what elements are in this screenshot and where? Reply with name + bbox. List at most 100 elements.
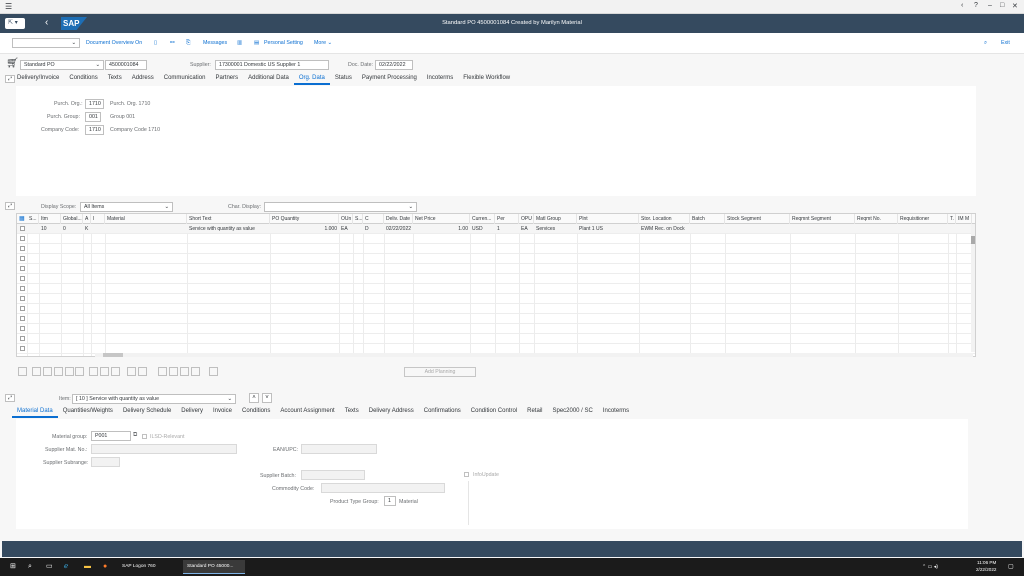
delete-row-icon[interactable]: [75, 367, 84, 376]
column-header-opu[interactable]: OPU: [519, 214, 534, 224]
messages-button[interactable]: Messages: [203, 40, 227, 46]
column-header-reqmnt-segment[interactable]: Reqmnt Segment: [790, 214, 855, 224]
task-view-icon[interactable]: ▭: [46, 560, 53, 574]
lock-icon[interactable]: [100, 367, 109, 376]
supplier-batch-field[interactable]: [301, 470, 365, 480]
menu-icon[interactable]: ☰: [5, 2, 12, 11]
back-nav-icon[interactable]: ‹: [961, 2, 963, 9]
exit-button[interactable]: Exit: [1001, 40, 1010, 46]
help-doc-icon[interactable]: ▥: [237, 40, 242, 46]
deselect-icon[interactable]: [43, 367, 52, 376]
items-collapse-icon[interactable]: ⤢: [5, 202, 15, 210]
sort-desc-icon[interactable]: [169, 367, 178, 376]
header-tab-flexible-workflow[interactable]: Flexible Workflow: [458, 75, 515, 85]
header-tab-incoterms[interactable]: Incoterms: [422, 75, 458, 85]
header-tab-communication[interactable]: Communication: [159, 75, 211, 85]
details-icon[interactable]: [18, 367, 27, 376]
firefox-icon[interactable]: ●: [103, 560, 107, 574]
column-header-reqmt-no[interactable]: Reqmt No.: [855, 214, 898, 224]
undo-icon[interactable]: [127, 367, 136, 376]
value-help-icon[interactable]: ⧉: [133, 432, 137, 439]
header-tab-status[interactable]: Status: [330, 75, 357, 85]
column-header-a[interactable]: A: [83, 214, 91, 224]
item-tab-material-data[interactable]: Material Data: [12, 408, 58, 418]
column-header-curren[interactable]: Curren...: [470, 214, 495, 224]
item-tab-invoice[interactable]: Invoice: [208, 408, 237, 418]
unlock-icon[interactable]: [111, 367, 120, 376]
header-tab-additional-data[interactable]: Additional Data: [243, 75, 294, 85]
display-scope-select[interactable]: All Items ⌄: [80, 202, 173, 212]
table-row[interactable]: [17, 234, 975, 244]
ilsd-checkbox[interactable]: [142, 434, 147, 439]
more-button[interactable]: More ⌄: [314, 40, 332, 46]
header-tab-texts[interactable]: Texts: [103, 75, 127, 85]
column-header-t[interactable]: T.: [948, 214, 956, 224]
cell-opu[interactable]: EA: [519, 224, 534, 234]
row-select-checkbox[interactable]: [20, 306, 25, 311]
item-select[interactable]: [ 10 ] Service with quantity as value ⌄: [72, 394, 236, 404]
header-tab-conditions[interactable]: Conditions: [64, 75, 102, 85]
table-row[interactable]: [17, 314, 975, 324]
sum-icon[interactable]: [191, 367, 200, 376]
row-select-checkbox[interactable]: [20, 346, 25, 351]
cell-plnt[interactable]: Plant 1 US: [577, 224, 639, 234]
table-row[interactable]: 10 0 K Service with quantity as value 1.000 E…: [17, 224, 975, 234]
edge-icon[interactable]: ℯ: [64, 560, 68, 574]
notification-icon[interactable]: ▢: [1008, 560, 1014, 574]
help-icon[interactable]: ?: [974, 2, 978, 9]
table-row[interactable]: [17, 284, 975, 294]
table-settings-icon[interactable]: ▦: [19, 215, 25, 222]
column-header-s[interactable]: S...: [27, 214, 39, 224]
purch-group-field[interactable]: 001: [85, 112, 101, 122]
table-row[interactable]: [17, 244, 975, 254]
cell-po-qty[interactable]: 1.000: [270, 224, 339, 234]
item-tab-delivery-schedule[interactable]: Delivery Schedule: [118, 408, 176, 418]
po-number-field[interactable]: 4500001084: [105, 60, 147, 70]
row-select-checkbox[interactable]: [20, 296, 25, 301]
table-row[interactable]: [17, 304, 975, 314]
search-icon[interactable]: ⌕: [984, 40, 987, 47]
column-header-short-text[interactable]: Short Text: [187, 214, 270, 224]
item-tab-condition-control[interactable]: Condition Control: [466, 408, 522, 418]
column-header-batch[interactable]: Batch: [690, 214, 725, 224]
header-tab-org-data[interactable]: Org. Data: [293, 75, 330, 85]
row-select-checkbox[interactable]: [20, 326, 25, 331]
system-tray-icons[interactable]: ⌃ ▭ ◂): [922, 560, 938, 574]
row-select-checkbox[interactable]: [20, 236, 25, 241]
taskbar-standard-po[interactable]: Standard PO 45000...: [183, 560, 245, 574]
column-header-requisitioner[interactable]: Requisitioner: [898, 214, 948, 224]
row-select-checkbox[interactable]: [20, 286, 25, 291]
header-tab-payment-processing[interactable]: Payment Processing: [357, 75, 422, 85]
material-group-field[interactable]: P001: [91, 431, 131, 441]
cell-oun[interactable]: EA: [339, 224, 353, 234]
item-tab-delivery[interactable]: Delivery: [176, 408, 208, 418]
minimize-icon[interactable]: –: [988, 2, 992, 9]
column-header-matl-group[interactable]: Matl Group: [534, 214, 577, 224]
sort-asc-icon[interactable]: [158, 367, 167, 376]
copy-icon[interactable]: [54, 367, 63, 376]
add-planning-button[interactable]: Add Planning: [404, 367, 476, 377]
item-collapse-icon[interactable]: ⤢: [5, 394, 15, 402]
cell-per[interactable]: 1: [495, 224, 519, 234]
doc-type-select[interactable]: Standard PO ⌄: [20, 60, 104, 70]
column-header-stor-location[interactable]: Stor. Location: [639, 214, 690, 224]
windows-start-icon[interactable]: ⊞: [10, 560, 16, 574]
row-select-checkbox[interactable]: [20, 246, 25, 251]
horizontal-scrollbar[interactable]: [95, 353, 973, 357]
item-tab-incoterms[interactable]: Incoterms: [598, 408, 634, 418]
other-po-icon[interactable]: ⎘: [186, 40, 190, 47]
purch-org-field[interactable]: 1710: [85, 99, 104, 109]
header-tab-delivery-invoice[interactable]: Delivery/Invoice: [12, 75, 64, 85]
personal-setting-button[interactable]: Personal Setting: [264, 40, 303, 46]
table-row[interactable]: [17, 264, 975, 274]
column-header-plnt[interactable]: Plnt: [577, 214, 639, 224]
row-select-checkbox[interactable]: [20, 316, 25, 321]
company-code-field[interactable]: 1710: [85, 125, 104, 135]
item-tab-retail[interactable]: Retail: [522, 408, 547, 418]
column-header-s[interactable]: S...: [353, 214, 363, 224]
char-display-select[interactable]: ⌄: [264, 202, 417, 212]
row-select-checkbox[interactable]: [20, 266, 25, 271]
item-tab-quantities-weights[interactable]: Quantities/Weights: [58, 408, 118, 418]
info-update-checkbox[interactable]: [464, 472, 469, 477]
personal-setting-icon[interactable]: ▤: [254, 40, 259, 46]
